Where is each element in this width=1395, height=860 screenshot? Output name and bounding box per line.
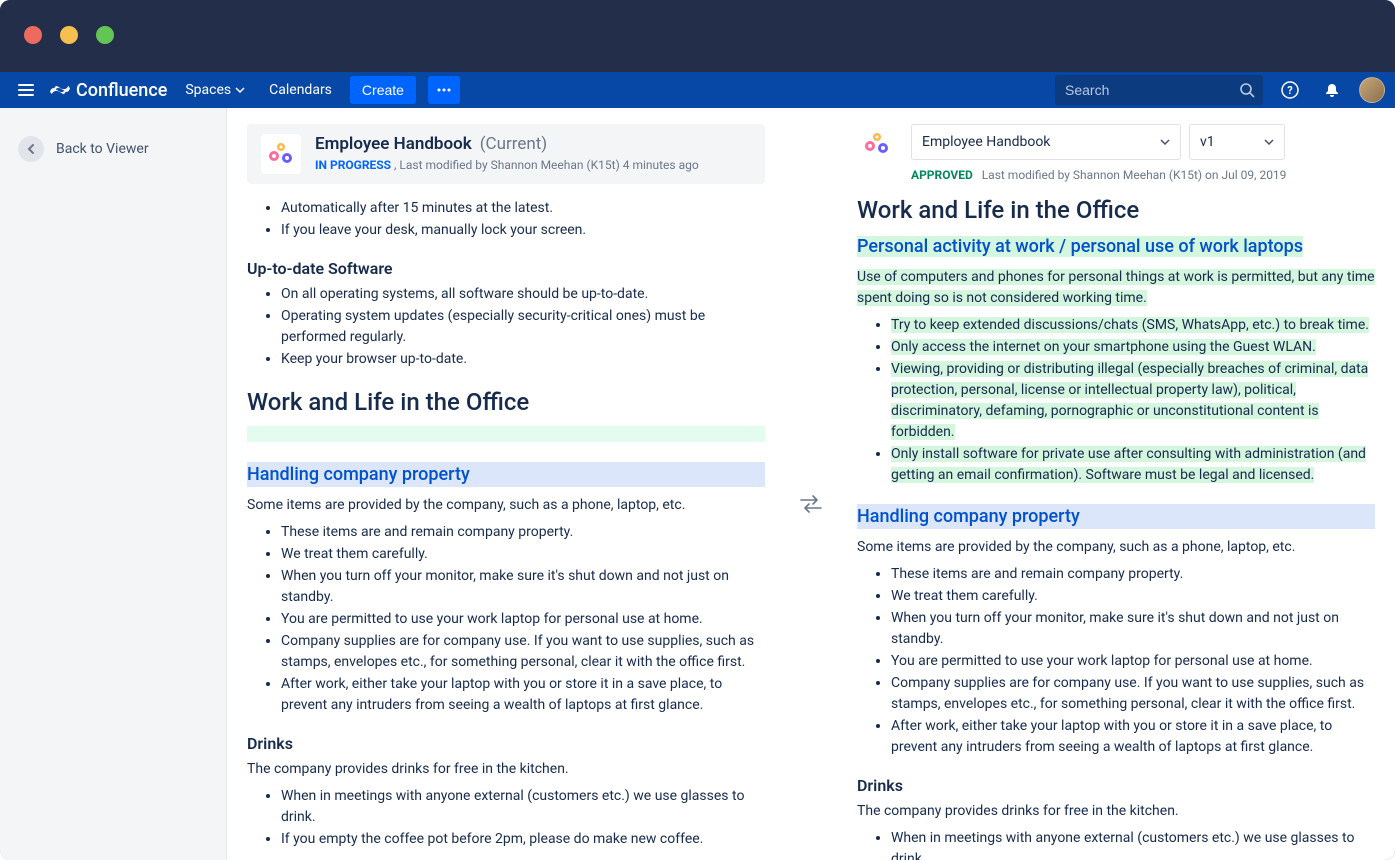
gears-icon: [263, 136, 299, 172]
chevron-down-icon: [235, 85, 245, 95]
personal-heading: Personal activity at work / personal use…: [857, 234, 1375, 259]
nav-spaces[interactable]: Spaces: [179, 78, 251, 102]
list-item: Operating system updates (especially sec…: [281, 306, 765, 348]
list-item: You are permitted to use your work lapto…: [891, 651, 1375, 672]
left-doc-current: (Current): [480, 134, 548, 154]
chevron-down-icon: [1160, 137, 1170, 147]
notifications-button[interactable]: [1317, 75, 1347, 105]
search-wrap: [1055, 75, 1263, 105]
brand-label: Confluence: [76, 80, 167, 101]
chevron-down-icon: [1264, 137, 1274, 147]
document-select[interactable]: Employee Handbook: [911, 124, 1181, 160]
top-navigation: Confluence Spaces Calendars Create ?: [0, 72, 1395, 108]
more-button[interactable]: [428, 76, 460, 104]
list-item: On all operating systems, all software s…: [281, 284, 765, 305]
right-status-badge: APPROVED: [911, 168, 973, 182]
auto-lock-list: Automatically after 15 minutes at the la…: [247, 198, 765, 241]
list-item: When in meetings with anyone external (c…: [281, 786, 765, 828]
version-select[interactable]: v1: [1189, 124, 1285, 160]
swap-arrows-icon: [799, 494, 823, 514]
handling-heading-right: Handling company property: [857, 504, 1375, 529]
left-doc-title: Employee Handbook: [315, 134, 472, 154]
list-item: We treat them carefully.: [891, 586, 1375, 607]
list-item: These items are and remain company prope…: [891, 564, 1375, 585]
window-close-icon[interactable]: [24, 26, 42, 44]
handling-paragraph: Some items are provided by the company, …: [247, 495, 765, 516]
list-item: These items are and remain company prope…: [281, 522, 765, 543]
back-to-viewer-link[interactable]: Back to Viewer: [18, 136, 208, 162]
search-icon: [1239, 82, 1255, 98]
drinks-heading-right: Drinks: [857, 776, 1375, 795]
help-icon: ?: [1281, 81, 1299, 99]
drinks-paragraph: The company provides drinks for free in …: [247, 759, 765, 780]
work-life-heading: Work and Life in the Office: [247, 388, 765, 416]
list-item: Keep your browser up-to-date.: [281, 349, 765, 370]
drinks-list-right: When in meetings with anyone external (c…: [857, 828, 1375, 860]
right-pane: Employee Handbook v1 APPROVED Last modif…: [837, 124, 1395, 860]
bell-icon: [1324, 82, 1340, 98]
nav-spaces-label: Spaces: [185, 82, 231, 98]
version-select-label: v1: [1200, 134, 1215, 150]
svg-text:?: ?: [1287, 84, 1293, 97]
left-status-badge: IN PROGRESS: [315, 158, 391, 172]
window-maximize-icon[interactable]: [96, 26, 114, 44]
list-item: When in meetings with anyone external (c…: [891, 828, 1375, 860]
list-item: Company supplies are for company use. If…: [891, 673, 1375, 715]
list-item: We treat them carefully.: [281, 544, 765, 565]
list-item: Automatically after 15 minutes at the la…: [281, 198, 765, 219]
list-item: You are permitted to use your work lapto…: [281, 609, 765, 630]
list-item: After work, either take your laptop with…: [891, 716, 1375, 758]
software-list: On all operating systems, all software s…: [247, 284, 765, 370]
window-titlebar: [0, 0, 1395, 72]
handling-list: These items are and remain company prope…: [247, 522, 765, 716]
sidebar: Back to Viewer: [0, 108, 227, 860]
brand[interactable]: Confluence: [50, 80, 167, 101]
right-pane-header: Employee Handbook v1 APPROVED Last modif…: [857, 124, 1375, 182]
diff-removed-block: [247, 426, 765, 442]
personal-paragraph: Use of computers and phones for personal…: [857, 267, 1375, 309]
personal-list: Try to keep extended discussions/chats (…: [857, 315, 1375, 486]
search-input[interactable]: [1055, 75, 1263, 105]
help-button[interactable]: ?: [1275, 75, 1305, 105]
menu-toggle-button[interactable]: [14, 80, 38, 100]
list-item: After work, either take your laptop with…: [281, 674, 765, 716]
ellipsis-icon: [437, 88, 451, 92]
confluence-icon: [50, 80, 70, 100]
document-select-label: Employee Handbook: [922, 134, 1050, 150]
left-pane-header: Employee Handbook (Current) IN PROGRESS …: [247, 124, 765, 184]
left-doc-meta: , Last modified by Shannon Meehan (K15t)…: [394, 158, 699, 172]
list-item: Viewing, providing or distributing illeg…: [891, 359, 1375, 443]
list-item: Try to keep extended discussions/chats (…: [891, 315, 1375, 336]
right-doc-meta: Last modified by Shannon Meehan (K15t) o…: [982, 168, 1287, 182]
handling-list-right: These items are and remain company prope…: [857, 564, 1375, 758]
work-life-heading-right: Work and Life in the Office: [857, 196, 1375, 224]
list-item: Only install software for private use af…: [891, 444, 1375, 486]
handling-paragraph-right: Some items are provided by the company, …: [857, 537, 1375, 558]
drinks-heading: Drinks: [247, 734, 765, 753]
software-heading: Up-to-date Software: [247, 259, 765, 278]
list-item: Company supplies are for company use. If…: [281, 631, 765, 673]
list-item: When you turn off your monitor, make sur…: [281, 566, 765, 608]
list-item: When you turn off your monitor, make sur…: [891, 608, 1375, 650]
back-arrow-icon: [18, 136, 44, 162]
nav-calendars[interactable]: Calendars: [263, 78, 338, 102]
user-avatar[interactable]: [1359, 77, 1385, 103]
list-item: If you leave your desk, manually lock yo…: [281, 220, 765, 241]
list-item: If you empty the coffee pot before 2pm, …: [281, 829, 765, 850]
drinks-list: When in meetings with anyone external (c…: [247, 786, 765, 850]
window-minimize-icon[interactable]: [60, 26, 78, 44]
create-button[interactable]: Create: [350, 76, 416, 104]
left-pane: Employee Handbook (Current) IN PROGRESS …: [227, 124, 785, 860]
nav-calendars-label: Calendars: [269, 82, 332, 98]
doc-icon: [857, 124, 897, 164]
back-label: Back to Viewer: [56, 141, 149, 157]
doc-icon: [261, 134, 301, 174]
drinks-paragraph-right: The company provides drinks for free in …: [857, 801, 1375, 822]
swap-panes-button[interactable]: [785, 148, 837, 860]
gears-icon: [859, 126, 895, 162]
list-item: Only access the internet on your smartph…: [891, 337, 1375, 358]
handling-heading: Handling company property: [247, 462, 765, 487]
